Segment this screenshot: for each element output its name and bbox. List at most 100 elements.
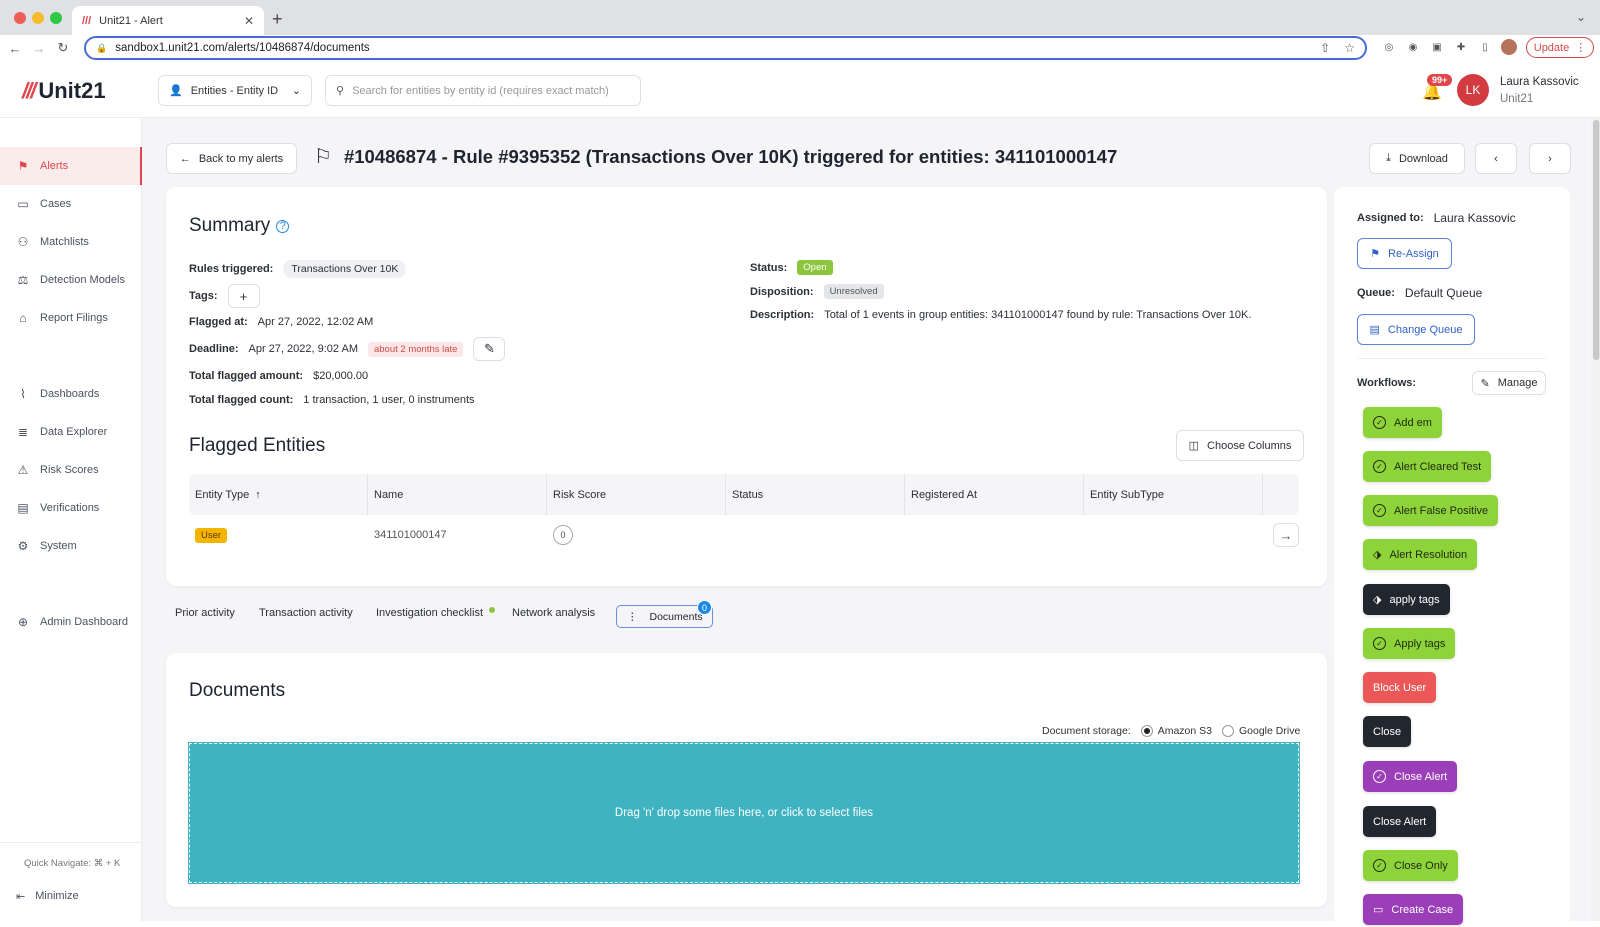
sidebar-item-detection-models[interactable]: ⚖ Detection Models (0, 261, 142, 299)
reload-icon[interactable]: ↻ (54, 40, 72, 56)
collapse-left-icon: ⇤ (16, 891, 26, 903)
storage-option-google-drive[interactable]: Google Drive (1222, 725, 1300, 738)
scrollbar-thumb[interactable] (1593, 120, 1600, 360)
sidebar-item-cases[interactable]: ▭ Cases (0, 185, 142, 223)
update-button[interactable]: Update ⋮ (1526, 37, 1594, 58)
cell-action: → (1273, 515, 1299, 555)
manage-workflows-button[interactable]: ✎ Manage (1472, 371, 1546, 395)
extension-icon[interactable]: ▣ (1429, 39, 1445, 55)
workflow-button-alert-cleared-test[interactable]: ✓ Alert Cleared Test (1363, 451, 1492, 482)
workflow-button-apply-tags-dark[interactable]: ⬗ apply tags (1363, 584, 1450, 615)
sidebar-item-admin-dashboard[interactable]: ⊕ Admin Dashboard (0, 603, 142, 641)
sidebar-item-data-explorer[interactable]: ≣ Data Explorer (0, 413, 142, 451)
column-header-risk-score[interactable]: Risk Score (547, 474, 726, 515)
choose-columns-button[interactable]: ◫ Choose Columns (1176, 430, 1304, 461)
avatar[interactable]: LK (1457, 74, 1489, 106)
chevron-down-icon: ⌄ (291, 85, 301, 97)
column-header-entity-type[interactable]: Entity Type ↑ (189, 474, 368, 515)
prev-alert-button[interactable]: ‹ (1475, 143, 1517, 174)
workflow-label: Close Alert (1373, 815, 1427, 828)
edit-deadline-button[interactable]: ✎ (473, 337, 506, 361)
forward-arrow-icon[interactable]: → (30, 41, 48, 56)
sidebar-item-matchlists[interactable]: ⚇ Matchlists (0, 223, 142, 261)
minimize-button[interactable]: ⇤ Minimize (16, 890, 79, 903)
flag-icon: ⚐ (314, 146, 332, 168)
address-bar[interactable]: 🔒 sandbox1.unit21.com/alerts/10486874/do… (84, 36, 1367, 60)
sidebar-item-system[interactable]: ⚙ System (0, 527, 142, 565)
tab-investigation-checklist[interactable]: Investigation checklist (376, 607, 483, 619)
column-header-entity-subtype[interactable]: Entity SubType (1084, 474, 1263, 515)
file-dropzone[interactable]: Drag 'n' drop some files here, or click … (188, 742, 1300, 884)
tab-list-chevron-icon[interactable]: ⌄ (1576, 10, 1586, 24)
help-icon[interactable]: ? (276, 219, 290, 233)
star-icon[interactable]: ☆ (1344, 41, 1355, 55)
browser-tab[interactable]: /// Unit21 - Alert ✕ (72, 6, 264, 36)
back-arrow-icon[interactable]: ← (6, 41, 24, 56)
minimize-window-icon[interactable] (32, 12, 44, 24)
back-to-alerts-button[interactable]: ← Back to my alerts (166, 143, 297, 174)
add-tag-button[interactable]: + (227, 284, 260, 308)
description-label: Description: (750, 309, 815, 321)
user-info[interactable]: Laura Kassovic Unit21 (1500, 74, 1579, 108)
close-tab-icon[interactable]: ✕ (244, 14, 254, 28)
queue-value: Default Queue (1404, 286, 1483, 300)
late-badge: about 2 months late (367, 341, 464, 357)
check-circle-icon: ✓ (1373, 460, 1386, 473)
workflow-button-alert-resolution[interactable]: ⬗ Alert Resolution (1363, 539, 1478, 570)
briefcase-icon: ▭ (1373, 904, 1384, 916)
workflow-button-apply-tags[interactable]: ✓ Apply tags (1363, 628, 1456, 659)
workflow-button-close-only[interactable]: ✓ Close Only (1363, 850, 1458, 881)
workflow-button-close-alert-dark[interactable]: Close Alert (1363, 806, 1437, 837)
workflow-label: Apply tags (1394, 637, 1446, 650)
extension-icon[interactable]: ◉ (1405, 39, 1421, 55)
reassign-button[interactable]: ⚑ Re-Assign (1357, 238, 1452, 269)
download-button[interactable]: ⤓ Download (1369, 143, 1465, 174)
sort-up-icon: ↑ (255, 488, 261, 501)
assigned-label: Assigned to: (1357, 212, 1424, 224)
assigned-row: Assigned to: Laura Kassovic (1357, 211, 1516, 225)
sidebar-item-risk-scores[interactable]: ⚠ Risk Scores (0, 451, 142, 489)
entity-search-type-select[interactable]: 👤 Entities - Entity ID ⌄ (158, 75, 312, 106)
entity-search-input[interactable]: ⚲ Search for entities by entity id (requ… (325, 75, 641, 106)
profile-icon[interactable] (1501, 39, 1517, 55)
maximize-window-icon[interactable] (50, 12, 62, 24)
sidebar-item-report-filings[interactable]: ⌂ Report Filings (0, 299, 142, 337)
workflow-button-create-case[interactable]: ▭ Create Case (1363, 894, 1464, 925)
sidebar-item-dashboards[interactable]: ⌇ Dashboards (0, 375, 142, 413)
column-label: Status (732, 488, 764, 501)
sidebar-item-alerts[interactable]: ⚑ Alerts (0, 147, 142, 185)
unit21-logo[interactable]: /// Unit21 (22, 78, 106, 104)
logo-mark-icon: /// (22, 78, 36, 103)
workflow-button-alert-false-positive[interactable]: ✓ Alert False Positive (1363, 495, 1499, 526)
column-header-status[interactable]: Status (726, 474, 905, 515)
storage-option-s3[interactable]: Amazon S3 (1140, 725, 1212, 738)
notification-badge: 99+ (1427, 74, 1453, 86)
extension-icon[interactable]: ◎ (1381, 39, 1397, 55)
share-icon[interactable]: ⇧ (1320, 41, 1330, 55)
new-tab-icon[interactable]: + (272, 9, 283, 30)
sidebar-item-label: Matchlists (40, 236, 89, 248)
change-queue-button[interactable]: ▤ Change Queue (1357, 314, 1475, 345)
rule-pill[interactable]: Transactions Over 10K (283, 260, 407, 278)
workflow-button-add-em[interactable]: ✓ Add em (1363, 407, 1442, 438)
page-scrollbar[interactable] (1591, 118, 1600, 921)
sidebar-item-verifications[interactable]: ▤ Verifications (0, 489, 142, 527)
sidebar-item-label: Data Explorer (40, 426, 108, 438)
tab-network-analysis[interactable]: Network analysis (512, 607, 595, 619)
lock-icon: 🔒 (96, 42, 108, 53)
workflow-button-close[interactable]: Close (1363, 716, 1412, 747)
sidebar-icon[interactable]: ▯ (1477, 39, 1493, 55)
tab-prior-activity[interactable]: Prior activity (175, 607, 235, 619)
workflow-button-close-alert-purple[interactable]: ✓ Close Alert (1363, 761, 1458, 792)
puzzle-icon[interactable]: ✚ (1453, 39, 1469, 55)
column-header-registered-at[interactable]: Registered At (905, 474, 1084, 515)
menu-dots-icon: ⋮ (1575, 42, 1587, 54)
workflow-button-block-user[interactable]: Block User (1363, 672, 1437, 703)
open-entity-button[interactable]: → (1273, 523, 1299, 547)
column-header-name[interactable]: Name (368, 474, 547, 515)
close-window-icon[interactable] (14, 12, 26, 24)
tab-transaction-activity[interactable]: Transaction activity (259, 607, 353, 619)
sidebar-item-label: Alerts (40, 160, 69, 172)
disposition-row: Disposition: Unresolved (750, 284, 884, 299)
next-alert-button[interactable]: › (1529, 143, 1571, 174)
